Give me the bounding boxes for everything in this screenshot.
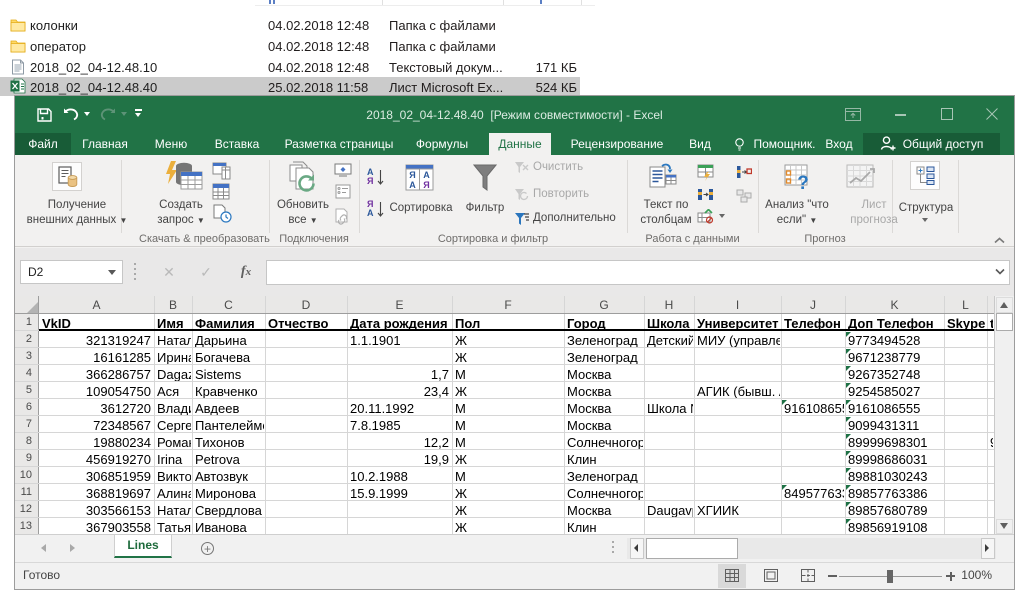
svg-text:Я: Я xyxy=(409,170,415,180)
svg-text:А: А xyxy=(409,180,416,190)
svg-text:А: А xyxy=(423,170,430,180)
svg-text:?: ? xyxy=(797,173,809,190)
svg-text:Я: Я xyxy=(423,180,429,190)
